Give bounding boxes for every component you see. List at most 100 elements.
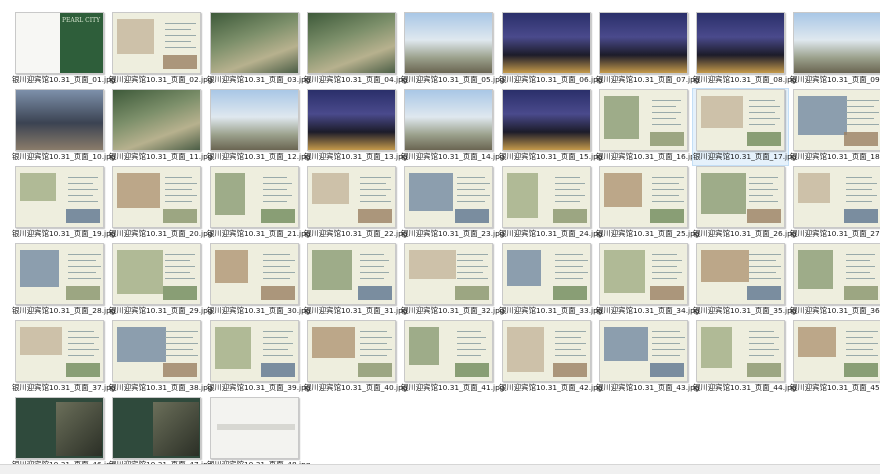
file-item[interactable]: 银川迎宾馆10.31_页面_40.jpg xyxy=(303,319,407,397)
file-thumbnail xyxy=(793,166,880,228)
file-thumbnail xyxy=(404,166,493,228)
file-thumbnail xyxy=(599,166,688,228)
file-name-label: 银川迎宾馆10.31_页面_35.jpg xyxy=(693,306,797,315)
file-item[interactable]: 银川迎宾馆10.31_页面_08.jpg xyxy=(692,11,797,89)
file-item[interactable]: 银川迎宾馆10.31_页面_22.jpg xyxy=(303,165,407,243)
file-item[interactable]: 银川迎宾馆10.31_页面_46.jpg xyxy=(11,396,115,474)
file-item[interactable]: 银川迎宾馆10.31_页面_27.jpg xyxy=(789,165,880,243)
file-thumbnail xyxy=(599,243,688,305)
file-name-label: 银川迎宾馆10.31_页面_14.jpg xyxy=(401,152,505,161)
file-item[interactable]: 银川迎宾馆10.31_页面_21.jpg xyxy=(206,165,311,243)
file-item[interactable]: 银川迎宾馆10.31_页面_26.jpg xyxy=(692,165,796,243)
file-item[interactable]: 银川迎宾馆10.31_页面_25.jpg xyxy=(595,165,699,243)
file-item[interactable]: 银川迎宾馆10.31_页面_41.jpg xyxy=(400,319,504,397)
file-thumbnail xyxy=(15,320,104,382)
file-item[interactable]: 银川迎宾馆10.31_页面_19.jpg xyxy=(11,165,116,243)
file-item[interactable]: 银川迎宾馆10.31_页面_32.jpg xyxy=(400,242,504,320)
file-item[interactable]: 银川迎宾馆10.31_页面_30.jpg xyxy=(206,242,311,320)
file-name-label: 银川迎宾馆10.31_页面_28.jpg xyxy=(12,306,116,315)
file-thumbnail xyxy=(696,166,785,228)
file-item[interactable]: 银川迎宾馆10.31_页面_34.jpg xyxy=(595,242,699,320)
file-name-label: 银川迎宾馆10.31_页面_02.jpg xyxy=(109,75,213,84)
file-thumbnail xyxy=(15,397,104,459)
file-item[interactable]: 银川迎宾馆10.31_页面_37.jpg xyxy=(11,319,116,397)
file-item[interactable]: 银川迎宾馆10.31_页面_04.jpg xyxy=(303,11,408,89)
file-item[interactable]: 银川迎宾馆10.31_页面_29.jpg xyxy=(108,242,213,320)
file-item[interactable]: 银川迎宾馆10.31_页面_20.jpg xyxy=(108,165,213,243)
file-thumbnail xyxy=(696,89,785,151)
file-item[interactable]: 银川迎宾馆10.31_页面_14.jpg xyxy=(400,88,505,166)
file-item[interactable]: PEARL CITY 银川迎宾馆10.31_页面_01.jpg xyxy=(11,11,116,89)
file-name-label: 银川迎宾馆10.31_页面_33.jpg xyxy=(499,306,603,315)
file-item[interactable]: 银川迎宾馆10.31_页面_17.jpg xyxy=(692,88,796,166)
file-name-label: 银川迎宾馆10.31_页面_21.jpg xyxy=(207,229,311,238)
file-item[interactable]: 银川迎宾馆10.31_页面_10.jpg xyxy=(11,88,115,166)
file-name-label: 银川迎宾馆10.31_页面_07.jpg xyxy=(596,75,700,84)
file-item[interactable]: 银川迎宾馆10.31_页面_18.jpg xyxy=(789,88,880,166)
file-name-label: 银川迎宾馆10.31_页面_36.jpg xyxy=(790,306,880,315)
file-name-label: 银川迎宾馆10.31_页面_20.jpg xyxy=(109,229,213,238)
file-thumbnail xyxy=(112,243,201,305)
file-name-label: 银川迎宾馆10.31_页面_01.jpg xyxy=(12,75,116,84)
file-name-label: 银川迎宾馆10.31_页面_08.jpg xyxy=(693,75,797,84)
file-item[interactable]: 银川迎宾馆10.31_页面_06.jpg xyxy=(498,11,603,89)
file-name-label: 银川迎宾馆10.31_页面_05.jpg xyxy=(401,75,505,84)
file-name-label: 银川迎宾馆10.31_页面_37.jpg xyxy=(12,383,116,392)
file-thumbnail xyxy=(307,12,396,74)
file-item[interactable]: 银川迎宾馆10.31_页面_33.jpg xyxy=(498,242,603,320)
file-item[interactable]: 银川迎宾馆10.31_页面_39.jpg xyxy=(206,319,310,397)
file-item[interactable]: 银川迎宾馆10.31_页面_23.jpg xyxy=(400,165,505,243)
file-thumbnail xyxy=(696,243,785,305)
file-item[interactable]: 银川迎宾馆10.31_页面_36.jpg xyxy=(789,242,880,320)
file-thumbnail xyxy=(210,89,299,151)
file-thumbnail: PEARL CITY xyxy=(15,12,104,74)
file-name-label: 银川迎宾馆10.31_页面_19.jpg xyxy=(12,229,116,238)
file-item[interactable]: 银川迎宾馆10.31_页面_45.jpg xyxy=(789,319,880,397)
file-thumbnail xyxy=(502,12,591,74)
file-item[interactable]: 银川迎宾馆10.31_页面_48.jpg xyxy=(206,396,310,474)
file-thumbnail xyxy=(112,166,201,228)
file-item[interactable]: 银川迎宾馆10.31_页面_24.jpg xyxy=(498,165,602,243)
file-item[interactable]: 银川迎宾馆10.31_页面_31.jpg xyxy=(303,242,407,320)
file-item[interactable]: 银川迎宾馆10.31_页面_35.jpg xyxy=(692,242,797,320)
file-item[interactable]: 银川迎宾馆10.31_页面_12.jpg xyxy=(206,88,311,166)
file-item[interactable]: 银川迎宾馆10.31_页面_03.jpg xyxy=(206,11,311,89)
file-item[interactable]: 银川迎宾馆10.31_页面_42.jpg xyxy=(498,319,602,397)
file-name-label: 银川迎宾馆10.31_页面_30.jpg xyxy=(207,306,311,315)
file-item[interactable]: 银川迎宾馆10.31_页面_43.jpg xyxy=(595,319,699,397)
file-item[interactable]: 银川迎宾馆10.31_页面_28.jpg xyxy=(11,242,116,320)
file-thumbnail xyxy=(404,320,493,382)
status-bar xyxy=(0,464,880,474)
file-name-label: 银川迎宾馆10.31_页面_12.jpg xyxy=(207,152,311,161)
file-name-label: 银川迎宾馆10.31_页面_29.jpg xyxy=(109,306,213,315)
file-item[interactable]: 银川迎宾馆10.31_页面_09.jpg xyxy=(789,11,880,89)
file-item[interactable]: 银川迎宾馆10.31_页面_38.jpg xyxy=(108,319,212,397)
file-item[interactable]: 银川迎宾馆10.31_页面_16.jpg xyxy=(595,88,699,166)
file-item[interactable]: 银川迎宾馆10.31_页面_07.jpg xyxy=(595,11,700,89)
file-item[interactable]: 银川迎宾馆10.31_页面_44.jpg xyxy=(692,319,796,397)
file-thumbnail xyxy=(210,166,299,228)
file-name-label: 银川迎宾馆10.31_页面_06.jpg xyxy=(499,75,603,84)
file-item[interactable]: 银川迎宾馆10.31_页面_11.jpg xyxy=(108,88,212,166)
file-name-label: 银川迎宾馆10.31_页面_18.jpg xyxy=(790,152,880,161)
file-item[interactable]: 银川迎宾馆10.31_页面_15.jpg xyxy=(498,88,602,166)
file-thumbnail xyxy=(404,243,493,305)
file-thumbnail xyxy=(793,320,880,382)
file-name-label: 银川迎宾馆10.31_页面_03.jpg xyxy=(207,75,311,84)
file-name-label: 银川迎宾馆10.31_页面_23.jpg xyxy=(401,229,505,238)
cover-title: PEARL CITY xyxy=(62,17,101,24)
file-thumbnail xyxy=(404,89,493,151)
file-item[interactable]: 银川迎宾馆10.31_页面_47.jpg xyxy=(108,396,212,474)
file-thumbnail xyxy=(307,243,396,305)
file-thumbnail xyxy=(599,89,688,151)
file-name-label: 银川迎宾馆10.31_页面_45.jpg xyxy=(790,383,880,392)
file-thumbnail xyxy=(307,166,396,228)
file-item[interactable]: 银川迎宾馆10.31_页面_05.jpg xyxy=(400,11,505,89)
file-item[interactable]: 银川迎宾馆10.31_页面_13.jpg xyxy=(303,88,407,166)
file-thumbnail xyxy=(404,12,493,74)
file-thumbnail xyxy=(502,320,591,382)
file-thumbnail xyxy=(502,166,591,228)
file-thumbnail xyxy=(15,243,104,305)
file-name-label: 银川迎宾馆10.31_页面_04.jpg xyxy=(304,75,408,84)
file-item[interactable]: 银川迎宾馆10.31_页面_02.jpg xyxy=(108,11,213,89)
